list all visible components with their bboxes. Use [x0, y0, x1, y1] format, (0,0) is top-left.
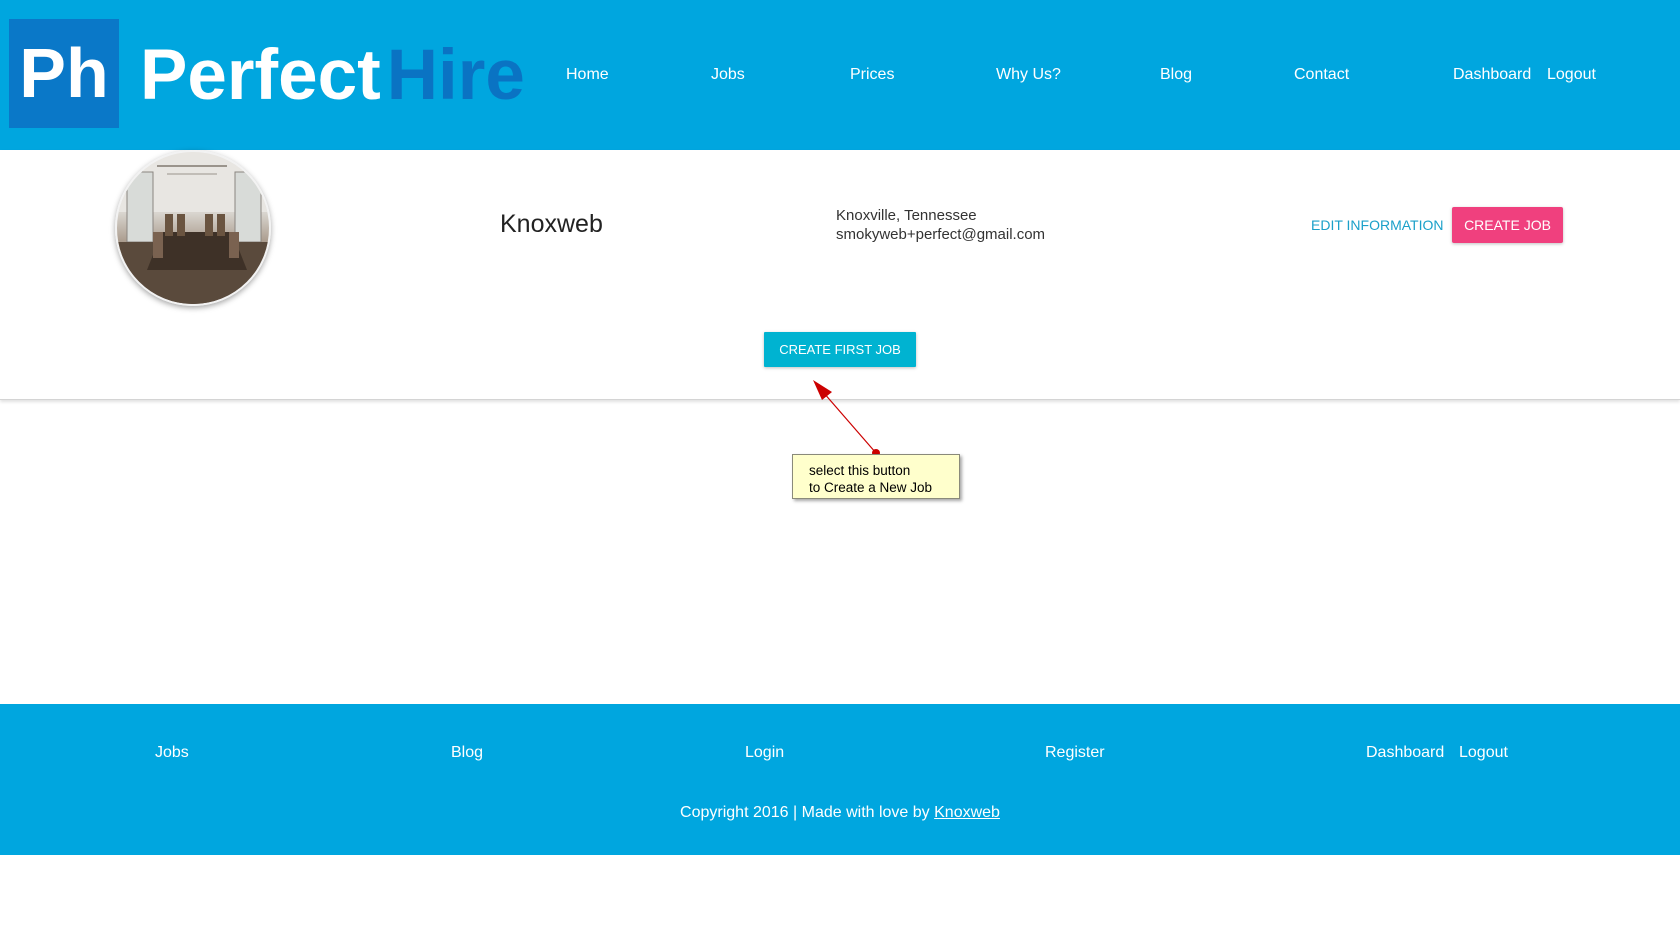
footer-login-link[interactable]: Login: [745, 744, 784, 762]
company-name: Knoxweb: [500, 210, 603, 238]
footer-logout-link[interactable]: Logout: [1459, 744, 1508, 762]
company-email: smokyweb+perfect@gmail.com: [836, 226, 1046, 243]
nav-logout-link[interactable]: Logout: [1547, 66, 1596, 84]
nav-home-link[interactable]: Home: [566, 66, 609, 84]
nav-why-us-link[interactable]: Why Us?: [996, 66, 1061, 84]
logo-wordmark[interactable]: PerfectHire: [140, 36, 525, 116]
company-location: Knoxville, Tennessee: [836, 207, 977, 224]
company-avatar: [115, 150, 271, 306]
copyright-author-link[interactable]: Knoxweb: [934, 804, 1000, 821]
annotation-line-2: to Create a New Job: [809, 480, 933, 495]
copyright-prefix: Copyright 2016 | Made with love by: [680, 804, 935, 821]
edit-information-link[interactable]: EDIT INFORMATION: [1311, 217, 1443, 233]
footer-blog-link[interactable]: Blog: [451, 744, 483, 762]
create-first-job-button[interactable]: CREATE FIRST JOB: [764, 332, 916, 367]
logo-wordmark-perfect: Perfect: [140, 36, 381, 115]
logo-badge[interactable]: Ph: [9, 19, 119, 128]
logo-badge-text: Ph: [19, 34, 109, 112]
annotation-callout: select this button to Create a New Job: [792, 454, 960, 499]
site-footer: Jobs Blog Login Register Dashboard Logou…: [0, 704, 1680, 855]
footer-dashboard-link[interactable]: Dashboard: [1366, 744, 1444, 762]
nav-jobs-link[interactable]: Jobs: [711, 66, 745, 84]
conference-room-image: [117, 152, 269, 304]
footer-jobs-link[interactable]: Jobs: [155, 744, 189, 762]
nav-dashboard-link[interactable]: Dashboard: [1453, 66, 1531, 84]
copyright-text: Copyright 2016 | Made with love by Knoxw…: [0, 804, 1680, 822]
logo-wordmark-hire: Hire: [386, 36, 525, 115]
annotation-line-1: select this button: [809, 463, 911, 478]
site-header: Ph PerfectHire Home Jobs Prices Why Us? …: [0, 0, 1680, 150]
nav-prices-link[interactable]: Prices: [850, 66, 894, 84]
create-job-button[interactable]: CREATE JOB: [1452, 207, 1563, 243]
footer-register-link[interactable]: Register: [1045, 744, 1105, 762]
nav-contact-link[interactable]: Contact: [1294, 66, 1349, 84]
nav-blog-link[interactable]: Blog: [1160, 66, 1192, 84]
